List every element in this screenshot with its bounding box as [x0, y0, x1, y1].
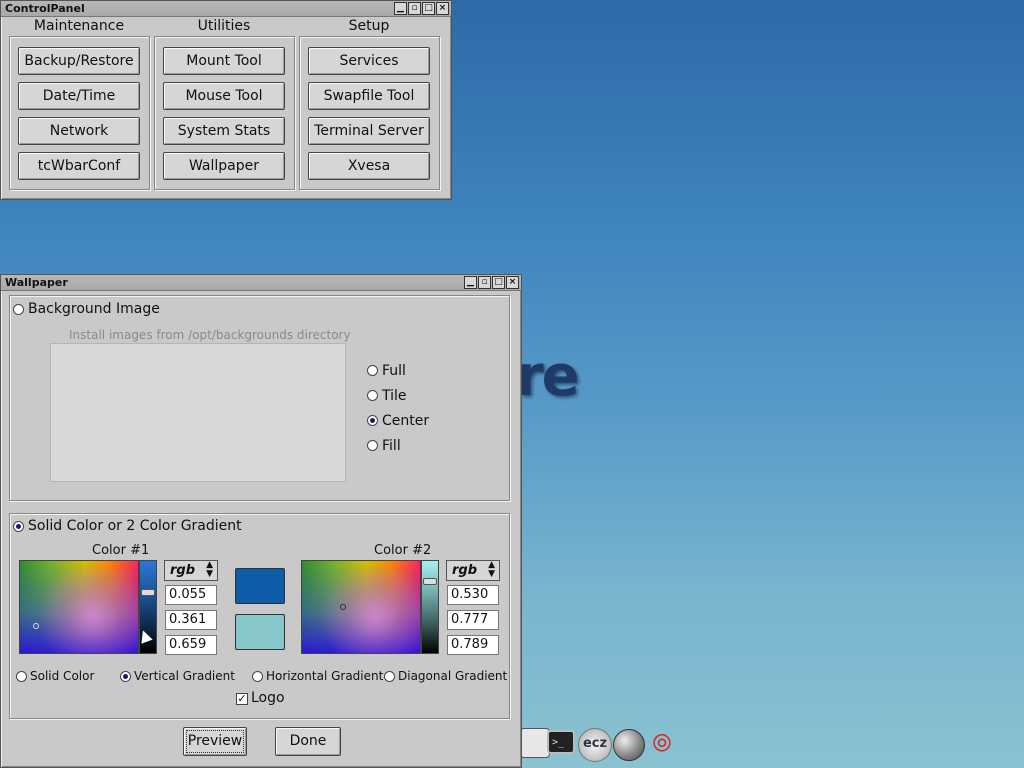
solid-color-label: Solid Color or 2 Color Gradient	[28, 518, 242, 534]
placement-tile-radio[interactable]	[367, 390, 378, 401]
placement-fill-label: Fill	[382, 438, 401, 454]
color1-green-field[interactable]: 0.361	[165, 610, 217, 630]
xvesa-button[interactable]: Xvesa	[308, 152, 430, 180]
color2-red-field[interactable]: 0.530	[447, 585, 499, 605]
horizontal-gradient-radio[interactable]	[252, 671, 263, 682]
backup-restore-button[interactable]: Backup/Restore	[18, 47, 140, 75]
minimize-button[interactable]: ▁	[394, 2, 407, 15]
color2-picker-marker	[340, 604, 346, 610]
chevron-updown-icon: ▲ ▼	[206, 560, 213, 579]
color1-hue-picker[interactable]	[19, 560, 139, 654]
color2-slider-handle[interactable]	[423, 578, 437, 585]
color1-swatch[interactable]	[235, 568, 285, 604]
wifi-icon[interactable]: ⦾	[646, 728, 678, 760]
diagonal-gradient-radio[interactable]	[384, 671, 395, 682]
color1-mode-text: rgb	[170, 563, 196, 578]
date-time-button[interactable]: Date/Time	[18, 82, 140, 110]
color2-green-field[interactable]: 0.777	[447, 610, 499, 630]
solid-color-radio[interactable]	[13, 521, 24, 532]
placement-center-label: Center	[382, 413, 430, 429]
swapfile-tool-button[interactable]: Swapfile Tool	[308, 82, 430, 110]
maximize-button[interactable]: □	[422, 2, 435, 15]
horizontal-gradient-label: Horizontal Gradient	[266, 669, 384, 683]
solid-color-option-radio[interactable]	[16, 671, 27, 682]
placement-fill-radio[interactable]	[367, 440, 378, 451]
exit-icon[interactable]	[613, 729, 645, 761]
color1-red-field[interactable]: 0.055	[165, 585, 217, 605]
color2-mode-select[interactable]: rgb ▲ ▼	[446, 560, 500, 581]
close-button[interactable]: ×	[436, 2, 449, 15]
done-button[interactable]: Done	[275, 727, 341, 756]
preview-button[interactable]: Preview	[183, 727, 247, 756]
wallpaper-window: Wallpaper ▁ ▫ □ × Background Image Insta…	[0, 274, 522, 768]
column-heading-utilities: Utilities	[197, 18, 251, 34]
column-heading-maintenance: Maintenance	[33, 18, 125, 34]
control-panel-window: ControlPanel ▁ ▫ □ × Maintenance Utiliti…	[0, 0, 452, 200]
diagonal-gradient-label: Diagonal Gradient	[398, 669, 508, 683]
restore-button[interactable]: ▫	[408, 2, 421, 15]
color1-label: Color #1	[92, 543, 150, 558]
background-image-hint: Install images from /opt/backgrounds dir…	[69, 328, 351, 342]
close-button[interactable]: ×	[506, 276, 519, 289]
maximize-button[interactable]: □	[492, 276, 505, 289]
color2-mode-text: rgb	[452, 563, 478, 578]
vertical-gradient-radio[interactable]	[120, 671, 131, 682]
system-stats-button[interactable]: System Stats	[163, 117, 285, 145]
mount-tool-button[interactable]: Mount Tool	[163, 47, 285, 75]
column-heading-setup: Setup	[348, 18, 390, 34]
placement-center-radio[interactable]	[367, 415, 378, 426]
wallpaper-titlebar[interactable]: Wallpaper ▁ ▫ □ ×	[1, 275, 521, 291]
placement-tile-label: Tile	[382, 388, 407, 404]
logo-label: Logo	[251, 690, 285, 706]
wallpaper-title: Wallpaper	[5, 276, 68, 289]
color2-swatch[interactable]	[235, 614, 285, 650]
color1-blue-field[interactable]: 0.659	[165, 635, 217, 655]
terminal-icon[interactable]: >_	[547, 730, 575, 754]
color2-value-slider[interactable]	[421, 560, 439, 654]
placement-full-label: Full	[382, 363, 406, 379]
restore-button[interactable]: ▫	[478, 276, 491, 289]
color2-hue-picker[interactable]	[301, 560, 421, 654]
apps-icon[interactable]: ecz	[578, 728, 612, 762]
placement-full-radio[interactable]	[367, 365, 378, 376]
color1-slider-handle[interactable]	[141, 589, 155, 596]
vertical-gradient-label: Vertical Gradient	[134, 669, 235, 683]
printer-icon[interactable]	[520, 728, 550, 758]
solid-color-option-label: Solid Color	[30, 669, 95, 683]
background-image-label: Background Image	[28, 301, 160, 317]
control-panel-titlebar[interactable]: ControlPanel ▁ ▫ □ ×	[1, 1, 451, 17]
color1-picker-marker	[33, 623, 39, 629]
background-image-list[interactable]	[50, 343, 346, 482]
background-image-radio[interactable]	[13, 304, 24, 315]
tcwbarconf-button[interactable]: tcWbarConf	[18, 152, 140, 180]
terminal-server-button[interactable]: Terminal Server	[308, 117, 430, 145]
desktop-logo-text: re	[516, 344, 580, 409]
color2-label: Color #2	[374, 543, 432, 558]
control-panel-title: ControlPanel	[5, 2, 85, 15]
color2-blue-field[interactable]: 0.789	[447, 635, 499, 655]
chevron-updown-icon: ▲ ▼	[488, 560, 495, 579]
network-button[interactable]: Network	[18, 117, 140, 145]
color1-mode-select[interactable]: rgb ▲ ▼	[164, 560, 218, 581]
wallpaper-button[interactable]: Wallpaper	[163, 152, 285, 180]
mouse-tool-button[interactable]: Mouse Tool	[163, 82, 285, 110]
minimize-button[interactable]: ▁	[464, 276, 477, 289]
services-button[interactable]: Services	[308, 47, 430, 75]
logo-checkbox[interactable]: ✓	[236, 693, 248, 705]
